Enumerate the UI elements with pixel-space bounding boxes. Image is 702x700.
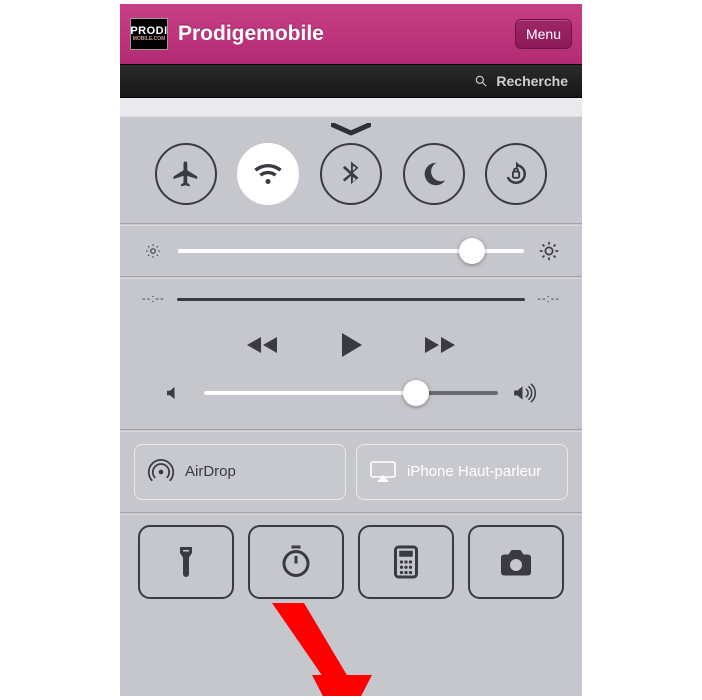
grabber-handle[interactable]: [331, 123, 371, 142]
control-center-panel: --:-- --:--: [120, 116, 582, 696]
rewind-button[interactable]: [245, 333, 279, 357]
menu-button[interactable]: Menu: [515, 19, 572, 49]
brightness-high-icon: [538, 240, 560, 262]
volume-low-icon: [164, 384, 190, 402]
camera-button[interactable]: [468, 525, 564, 599]
volume-high-icon: [512, 383, 538, 403]
timer-icon: [278, 544, 314, 580]
bluetooth-icon: [336, 159, 366, 189]
moon-icon: [419, 159, 449, 189]
forward-icon: [423, 333, 457, 357]
search-placeholder: Recherche: [496, 73, 568, 89]
volume-slider[interactable]: [204, 391, 498, 395]
airplane-icon: [171, 159, 201, 189]
airdrop-button[interactable]: AirDrop: [134, 444, 346, 500]
brightness-slider[interactable]: [178, 249, 524, 253]
airplay-button[interactable]: iPhone Haut-parleur: [356, 444, 568, 500]
airplay-icon: [369, 458, 397, 486]
air-row: AirDrop iPhone Haut-parleur: [120, 432, 582, 512]
site-logo[interactable]: PRODI MOBILE.COM: [130, 18, 168, 50]
flashlight-icon: [168, 544, 204, 580]
rewind-icon: [245, 333, 279, 357]
brightness-low-icon: [142, 242, 164, 260]
bluetooth-toggle[interactable]: [320, 143, 382, 205]
flashlight-button[interactable]: [138, 525, 234, 599]
airplane-mode-toggle[interactable]: [155, 143, 217, 205]
play-button[interactable]: [339, 331, 363, 359]
airdrop-icon: [147, 458, 175, 486]
rotation-lock-icon: [501, 159, 531, 189]
shortcut-row: [120, 515, 582, 611]
airplay-label: iPhone Haut-parleur: [407, 463, 541, 480]
calculator-icon: [388, 544, 424, 580]
do-not-disturb-toggle[interactable]: [403, 143, 465, 205]
forward-button[interactable]: [423, 333, 457, 357]
phone-frame: PRODI MOBILE.COM Prodigemobile Menu Rech…: [120, 4, 582, 696]
wifi-icon: [253, 159, 283, 189]
rotation-lock-toggle[interactable]: [485, 143, 547, 205]
search-bar[interactable]: Recherche: [120, 64, 582, 98]
background-gap: [120, 98, 582, 116]
site-header: PRODI MOBILE.COM Prodigemobile Menu: [120, 4, 582, 64]
brightness-row: [120, 226, 582, 276]
remaining-time: --:--: [537, 293, 560, 305]
calculator-button[interactable]: [358, 525, 454, 599]
scrubber[interactable]: [177, 298, 526, 301]
elapsed-time: --:--: [142, 293, 165, 305]
airdrop-label: AirDrop: [185, 463, 236, 480]
wifi-toggle[interactable]: [237, 143, 299, 205]
site-title: Prodigemobile: [178, 22, 505, 46]
timer-button[interactable]: [248, 525, 344, 599]
camera-icon: [498, 544, 534, 580]
play-icon: [339, 331, 363, 359]
search-icon: [474, 74, 488, 88]
media-controls: --:-- --:--: [120, 279, 582, 429]
